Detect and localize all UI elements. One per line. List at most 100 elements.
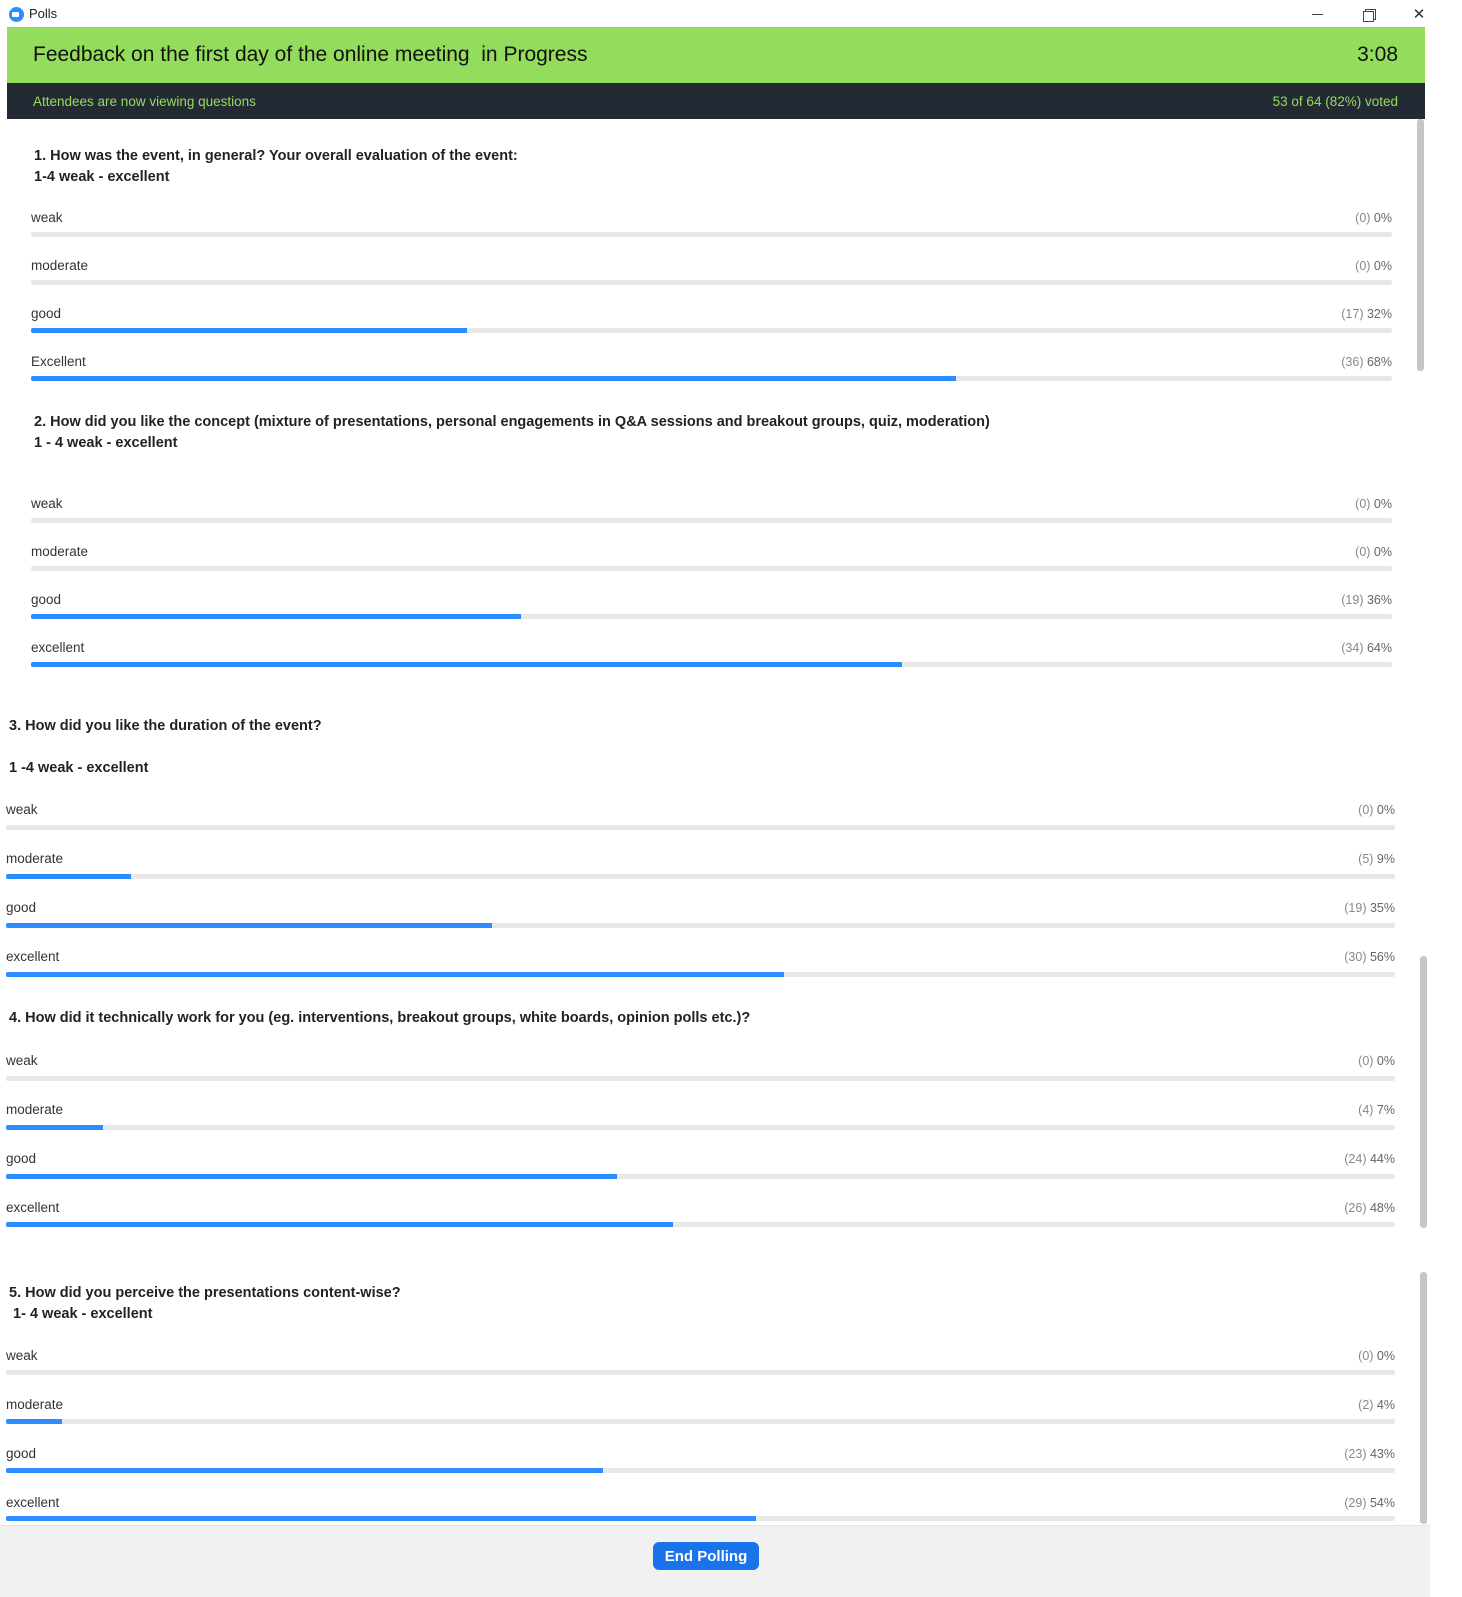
option-bar [6,1370,1395,1375]
option-bar-fill [6,1516,757,1521]
option-percent: 56% [1369,950,1395,964]
poll-banner: Feedback on the first day of the online … [7,27,1425,83]
question-scale: 1 -4 weak - excellent [9,760,149,776]
scrollbar-3[interactable] [1419,1272,1429,1524]
minimize-button[interactable] [1294,0,1340,28]
close-icon: ✕ [1412,6,1426,23]
question-scale: 1-4 weak - excellent [34,169,170,185]
question-scale: 1- 4 weak - excellent [9,1306,153,1322]
window-titlebar: Polls ✕ [0,0,1462,28]
question-text: 2. How did you like the concept (mixture… [34,414,990,430]
option-label: moderate [6,1102,64,1117]
scrollbar-thumb[interactable] [1417,119,1424,371]
option-percent: 9% [1376,852,1395,866]
option-bar [31,662,1392,667]
option-count: (0) [1358,1054,1374,1068]
end-polling-button[interactable]: End Polling [653,1542,759,1570]
scrollbar-thumb[interactable] [1420,956,1427,1228]
option-bar [31,566,1392,571]
option-percent: 35% [1369,901,1395,915]
question-text: 1. How was the event, in general? Your o… [34,148,518,164]
option-count: (34) [1341,641,1364,655]
poll-status-bar: Attendees are now viewing questions 53 o… [7,83,1425,119]
poll-footer: End Polling [0,1525,1430,1597]
option-percent: 32% [1366,307,1392,321]
status-message: Attendees are now viewing questions [33,94,256,109]
option-count: (30) [1344,950,1367,964]
option-label: moderate [31,258,89,273]
option-result: (0) 0% [1358,1054,1395,1068]
option-percent: 64% [1366,641,1392,655]
option-bar-fill [31,614,521,619]
option-count: (0) [1358,803,1374,817]
option-percent: 0% [1373,545,1392,559]
question-2: 2. How did you like the concept (mixture… [34,412,990,454]
option-bar-fill [31,376,957,381]
option-result: (4) 7% [1358,1103,1395,1117]
option-result: (0) 0% [1355,545,1392,559]
option-bar [6,1516,1395,1521]
option-result: (23) 43% [1344,1447,1395,1461]
option-percent: 0% [1376,1054,1395,1068]
option-bar [6,1419,1395,1424]
option-bar-fill [6,1468,604,1473]
option-result: (2) 4% [1358,1398,1395,1412]
option-count: (0) [1355,545,1371,559]
question-5: 5. How did you perceive the presentation… [9,1283,401,1325]
option-count: (0) [1358,1349,1374,1363]
option-count: (26) [1344,1201,1367,1215]
option-bar [6,825,1395,830]
option-bar [6,923,1395,928]
option-label: excellent [6,1495,60,1510]
option-bar-fill [6,972,784,977]
option-bar-fill [6,1174,618,1179]
option-label: good [6,900,37,915]
scrollbar-2[interactable] [1419,712,1429,1244]
close-button[interactable]: ✕ [1396,0,1442,28]
option-label: excellent [31,640,85,655]
option-percent: 48% [1369,1201,1395,1215]
option-percent: 54% [1369,1496,1395,1510]
question-1: 1. How was the event, in general? Your o… [34,146,518,188]
option-count: (24) [1344,1152,1367,1166]
option-result: (19) 35% [1344,901,1395,915]
option-bar [31,376,1392,381]
option-bar-fill [31,328,467,333]
zoom-app-icon [9,7,24,22]
option-label: Excellent [31,354,86,369]
option-result: (19) 36% [1341,593,1392,607]
restore-icon [1362,8,1376,22]
option-count: (4) [1358,1103,1374,1117]
option-bar-fill [6,1125,104,1130]
option-bar [31,614,1392,619]
option-result: (0) 0% [1355,259,1392,273]
scrollbar-thumb[interactable] [1420,1272,1427,1524]
option-percent: 36% [1366,593,1392,607]
option-count: (19) [1344,901,1367,915]
restore-button[interactable] [1345,0,1391,28]
option-percent: 4% [1376,1398,1395,1412]
option-percent: 43% [1369,1447,1395,1461]
option-bar [31,280,1392,285]
option-label: good [31,592,62,607]
option-bar [6,874,1395,879]
option-count: (23) [1344,1447,1367,1461]
minimize-icon [1311,13,1323,15]
option-bar [6,1468,1395,1473]
option-count: (0) [1355,211,1371,225]
option-label: weak [6,1348,38,1363]
option-bar [31,232,1392,237]
option-count: (2) [1358,1398,1374,1412]
option-percent: 7% [1376,1103,1395,1117]
option-label: weak [31,496,63,511]
option-result: (0) 0% [1358,1349,1395,1363]
scrollbar-1[interactable] [1416,119,1426,699]
option-label: weak [31,210,63,225]
option-result: (30) 56% [1344,950,1395,964]
option-label: excellent [6,1200,60,1215]
question-text: 3. How did you like the duration of the … [9,718,322,734]
option-count: (29) [1344,1496,1367,1510]
option-bar-fill [6,1222,673,1227]
option-result: (0) 0% [1358,803,1395,817]
option-label: weak [6,1053,38,1068]
